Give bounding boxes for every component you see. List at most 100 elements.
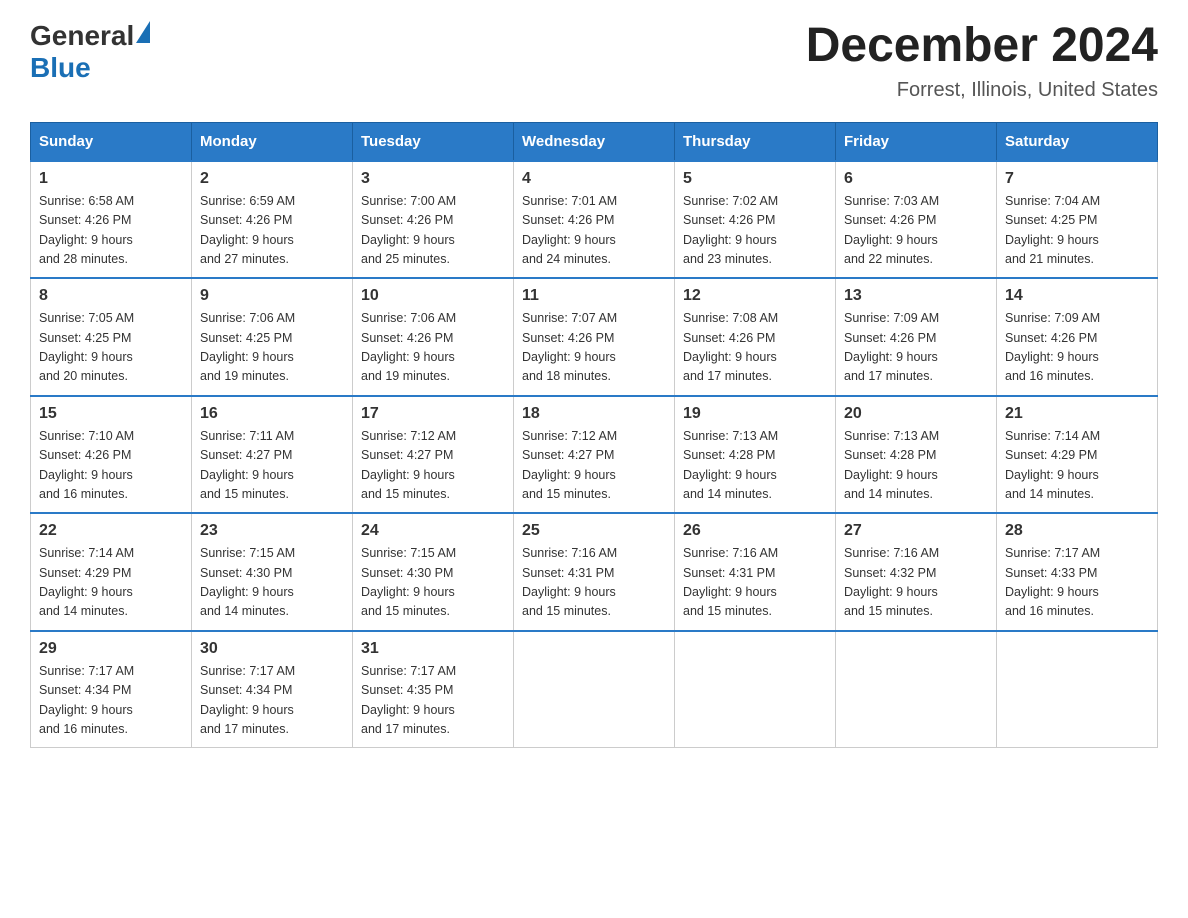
calendar-day-cell: 18 Sunrise: 7:12 AM Sunset: 4:27 PM Dayl…	[514, 396, 675, 514]
day-number: 11	[522, 287, 666, 305]
calendar-day-cell: 10 Sunrise: 7:06 AM Sunset: 4:26 PM Dayl…	[353, 278, 514, 396]
calendar-day-cell: 12 Sunrise: 7:08 AM Sunset: 4:26 PM Dayl…	[675, 278, 836, 396]
day-info: Sunrise: 7:16 AM Sunset: 4:31 PM Dayligh…	[522, 544, 666, 622]
day-info: Sunrise: 7:14 AM Sunset: 4:29 PM Dayligh…	[39, 544, 183, 622]
day-info: Sunrise: 7:12 AM Sunset: 4:27 PM Dayligh…	[522, 427, 666, 505]
calendar-day-cell: 14 Sunrise: 7:09 AM Sunset: 4:26 PM Dayl…	[997, 278, 1158, 396]
calendar-week-row: 15 Sunrise: 7:10 AM Sunset: 4:26 PM Dayl…	[31, 396, 1158, 514]
calendar-day-cell: 8 Sunrise: 7:05 AM Sunset: 4:25 PM Dayli…	[31, 278, 192, 396]
calendar-week-row: 29 Sunrise: 7:17 AM Sunset: 4:34 PM Dayl…	[31, 631, 1158, 748]
calendar-day-cell: 31 Sunrise: 7:17 AM Sunset: 4:35 PM Dayl…	[353, 631, 514, 748]
calendar-day-cell: 7 Sunrise: 7:04 AM Sunset: 4:25 PM Dayli…	[997, 161, 1158, 279]
calendar-day-cell: 13 Sunrise: 7:09 AM Sunset: 4:26 PM Dayl…	[836, 278, 997, 396]
calendar-day-cell: 3 Sunrise: 7:00 AM Sunset: 4:26 PM Dayli…	[353, 161, 514, 279]
day-number: 10	[361, 287, 505, 305]
day-number: 13	[844, 287, 988, 305]
calendar-day-cell: 11 Sunrise: 7:07 AM Sunset: 4:26 PM Dayl…	[514, 278, 675, 396]
calendar-day-cell: 27 Sunrise: 7:16 AM Sunset: 4:32 PM Dayl…	[836, 513, 997, 631]
day-number: 4	[522, 170, 666, 188]
day-info: Sunrise: 7:09 AM Sunset: 4:26 PM Dayligh…	[844, 309, 988, 387]
day-number: 28	[1005, 522, 1149, 540]
day-number: 24	[361, 522, 505, 540]
calendar-table: SundayMondayTuesdayWednesdayThursdayFrid…	[30, 122, 1158, 749]
day-number: 23	[200, 522, 344, 540]
day-number: 3	[361, 170, 505, 188]
day-info: Sunrise: 7:11 AM Sunset: 4:27 PM Dayligh…	[200, 427, 344, 505]
day-info: Sunrise: 7:05 AM Sunset: 4:25 PM Dayligh…	[39, 309, 183, 387]
day-number: 16	[200, 405, 344, 423]
day-number: 26	[683, 522, 827, 540]
calendar-empty-cell	[997, 631, 1158, 748]
day-number: 25	[522, 522, 666, 540]
calendar-day-cell: 23 Sunrise: 7:15 AM Sunset: 4:30 PM Dayl…	[192, 513, 353, 631]
calendar-week-row: 1 Sunrise: 6:58 AM Sunset: 4:26 PM Dayli…	[31, 161, 1158, 279]
calendar-day-cell: 1 Sunrise: 6:58 AM Sunset: 4:26 PM Dayli…	[31, 161, 192, 279]
day-info: Sunrise: 7:15 AM Sunset: 4:30 PM Dayligh…	[361, 544, 505, 622]
day-info: Sunrise: 7:17 AM Sunset: 4:34 PM Dayligh…	[39, 662, 183, 740]
weekday-header-monday: Monday	[192, 122, 353, 161]
day-info: Sunrise: 7:06 AM Sunset: 4:26 PM Dayligh…	[361, 309, 505, 387]
day-info: Sunrise: 6:59 AM Sunset: 4:26 PM Dayligh…	[200, 192, 344, 270]
logo-icon	[136, 21, 150, 43]
calendar-empty-cell	[675, 631, 836, 748]
calendar-day-cell: 5 Sunrise: 7:02 AM Sunset: 4:26 PM Dayli…	[675, 161, 836, 279]
day-number: 19	[683, 405, 827, 423]
weekday-header-sunday: Sunday	[31, 122, 192, 161]
day-info: Sunrise: 7:15 AM Sunset: 4:30 PM Dayligh…	[200, 544, 344, 622]
calendar-day-cell: 22 Sunrise: 7:14 AM Sunset: 4:29 PM Dayl…	[31, 513, 192, 631]
calendar-day-cell: 2 Sunrise: 6:59 AM Sunset: 4:26 PM Dayli…	[192, 161, 353, 279]
calendar-day-cell: 21 Sunrise: 7:14 AM Sunset: 4:29 PM Dayl…	[997, 396, 1158, 514]
day-number: 9	[200, 287, 344, 305]
calendar-empty-cell	[514, 631, 675, 748]
day-info: Sunrise: 7:14 AM Sunset: 4:29 PM Dayligh…	[1005, 427, 1149, 505]
logo-text: General Blue	[30, 20, 150, 84]
calendar-day-cell: 19 Sunrise: 7:13 AM Sunset: 4:28 PM Dayl…	[675, 396, 836, 514]
day-number: 7	[1005, 170, 1149, 188]
weekday-header-friday: Friday	[836, 122, 997, 161]
calendar-day-cell: 28 Sunrise: 7:17 AM Sunset: 4:33 PM Dayl…	[997, 513, 1158, 631]
day-number: 5	[683, 170, 827, 188]
day-number: 15	[39, 405, 183, 423]
calendar-day-cell: 25 Sunrise: 7:16 AM Sunset: 4:31 PM Dayl…	[514, 513, 675, 631]
logo-general: General	[30, 20, 134, 51]
day-info: Sunrise: 7:06 AM Sunset: 4:25 PM Dayligh…	[200, 309, 344, 387]
calendar-day-cell: 17 Sunrise: 7:12 AM Sunset: 4:27 PM Dayl…	[353, 396, 514, 514]
day-number: 22	[39, 522, 183, 540]
calendar-day-cell: 30 Sunrise: 7:17 AM Sunset: 4:34 PM Dayl…	[192, 631, 353, 748]
calendar-week-row: 8 Sunrise: 7:05 AM Sunset: 4:25 PM Dayli…	[31, 278, 1158, 396]
day-info: Sunrise: 7:13 AM Sunset: 4:28 PM Dayligh…	[683, 427, 827, 505]
day-number: 27	[844, 522, 988, 540]
day-number: 1	[39, 170, 183, 188]
calendar-day-cell: 16 Sunrise: 7:11 AM Sunset: 4:27 PM Dayl…	[192, 396, 353, 514]
weekday-header-saturday: Saturday	[997, 122, 1158, 161]
title-section: December 2024 Forrest, Illinois, United …	[806, 20, 1158, 102]
day-info: Sunrise: 7:02 AM Sunset: 4:26 PM Dayligh…	[683, 192, 827, 270]
day-info: Sunrise: 7:04 AM Sunset: 4:25 PM Dayligh…	[1005, 192, 1149, 270]
day-number: 2	[200, 170, 344, 188]
day-number: 18	[522, 405, 666, 423]
day-number: 31	[361, 640, 505, 658]
day-info: Sunrise: 7:16 AM Sunset: 4:32 PM Dayligh…	[844, 544, 988, 622]
day-info: Sunrise: 7:00 AM Sunset: 4:26 PM Dayligh…	[361, 192, 505, 270]
weekday-header-thursday: Thursday	[675, 122, 836, 161]
day-info: Sunrise: 7:03 AM Sunset: 4:26 PM Dayligh…	[844, 192, 988, 270]
calendar-day-cell: 4 Sunrise: 7:01 AM Sunset: 4:26 PM Dayli…	[514, 161, 675, 279]
calendar-title: December 2024	[806, 20, 1158, 73]
calendar-subtitle: Forrest, Illinois, United States	[806, 79, 1158, 102]
day-number: 8	[39, 287, 183, 305]
day-info: Sunrise: 7:17 AM Sunset: 4:34 PM Dayligh…	[200, 662, 344, 740]
weekday-header-tuesday: Tuesday	[353, 122, 514, 161]
calendar-day-cell: 29 Sunrise: 7:17 AM Sunset: 4:34 PM Dayl…	[31, 631, 192, 748]
day-info: Sunrise: 6:58 AM Sunset: 4:26 PM Dayligh…	[39, 192, 183, 270]
calendar-day-cell: 26 Sunrise: 7:16 AM Sunset: 4:31 PM Dayl…	[675, 513, 836, 631]
day-number: 30	[200, 640, 344, 658]
logo: General Blue	[30, 20, 150, 84]
day-number: 14	[1005, 287, 1149, 305]
calendar-day-cell: 20 Sunrise: 7:13 AM Sunset: 4:28 PM Dayl…	[836, 396, 997, 514]
day-info: Sunrise: 7:10 AM Sunset: 4:26 PM Dayligh…	[39, 427, 183, 505]
day-info: Sunrise: 7:17 AM Sunset: 4:35 PM Dayligh…	[361, 662, 505, 740]
day-info: Sunrise: 7:16 AM Sunset: 4:31 PM Dayligh…	[683, 544, 827, 622]
day-info: Sunrise: 7:12 AM Sunset: 4:27 PM Dayligh…	[361, 427, 505, 505]
calendar-day-cell: 9 Sunrise: 7:06 AM Sunset: 4:25 PM Dayli…	[192, 278, 353, 396]
calendar-day-cell: 15 Sunrise: 7:10 AM Sunset: 4:26 PM Dayl…	[31, 396, 192, 514]
